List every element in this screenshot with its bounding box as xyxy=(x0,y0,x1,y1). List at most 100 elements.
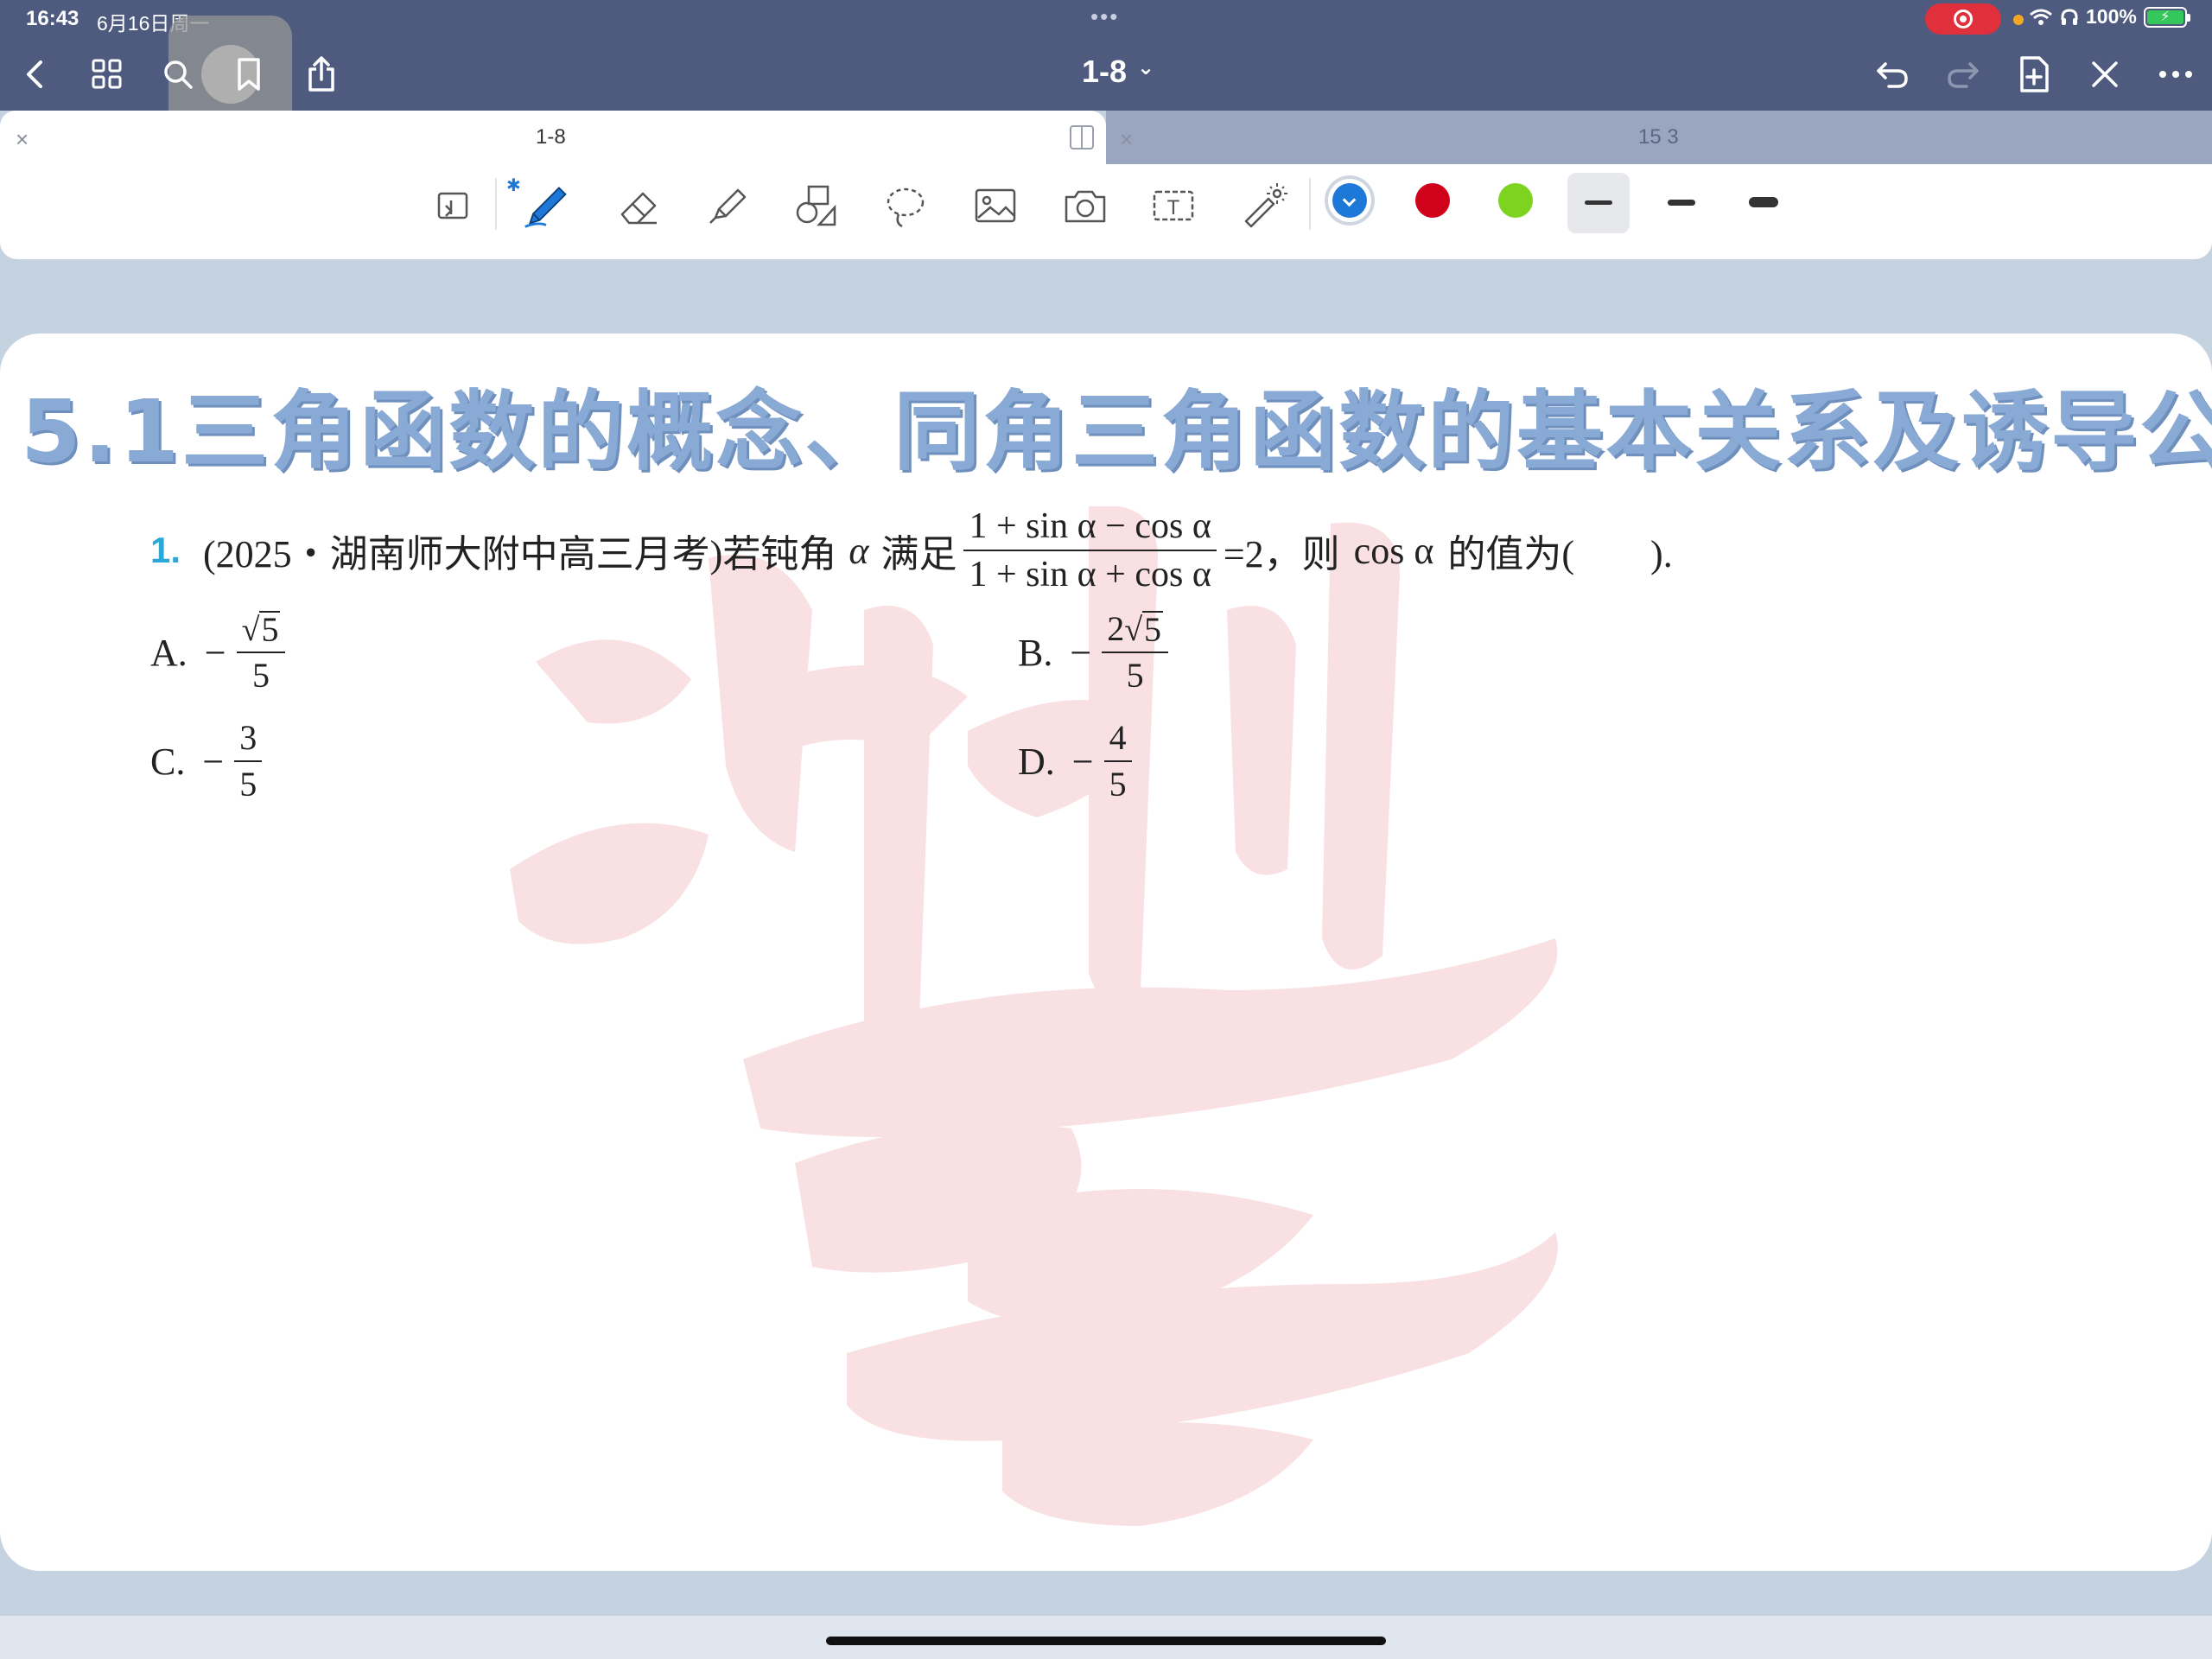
option-d[interactable]: D. − 4 5 xyxy=(1018,715,1132,807)
option-label: B. xyxy=(1018,631,1053,674)
close-editing-button[interactable] xyxy=(2081,50,2129,99)
document-title: 1-8 xyxy=(1082,54,1128,89)
shapes-tool[interactable] xyxy=(791,181,840,230)
stroke-width-medium[interactable] xyxy=(1668,200,1695,206)
question-fraction: 1 + sin α − cos α 1 + sin α + cos α xyxy=(963,503,1217,598)
lasso-tool[interactable] xyxy=(881,181,930,230)
stroke-width-thin[interactable] xyxy=(1585,200,1612,205)
eraser-icon xyxy=(620,192,657,225)
color-swatch-red[interactable] xyxy=(1415,183,1450,218)
lasso-icon xyxy=(887,188,925,228)
add-page-button[interactable] xyxy=(2010,50,2058,99)
color-swatch-green[interactable] xyxy=(1498,183,1533,218)
bluetooth-icon: ✱ xyxy=(506,176,521,195)
share-icon xyxy=(308,56,334,92)
search-button[interactable] xyxy=(154,50,202,99)
read-only-icon xyxy=(437,192,468,219)
bookmark-button[interactable] xyxy=(225,50,273,99)
option-b[interactable]: B. − 2 √ 5 5 xyxy=(1018,607,1169,698)
thumbnails-button[interactable] xyxy=(83,50,131,99)
section-heading: 5.1三角函数的概念、同角三角函数的基本关系及诱导公式 xyxy=(21,381,2212,482)
camera-icon xyxy=(1065,190,1106,223)
shapes-icon xyxy=(796,185,836,226)
tab-label: 15 3 xyxy=(1638,125,1679,149)
screen-recording-indicator[interactable] xyxy=(1925,3,2001,35)
toolbar-divider xyxy=(495,178,497,230)
option-label: A. xyxy=(150,631,188,674)
question-source: (2025・湖南师大附中高三月考)若钝角 xyxy=(203,533,837,575)
more-button[interactable] xyxy=(2152,50,2200,99)
chevron-left-icon xyxy=(27,60,42,88)
tab-close-button[interactable]: × xyxy=(1120,126,1133,153)
text-box-icon: T xyxy=(1153,190,1194,221)
highlighter-icon xyxy=(709,188,747,224)
alpha-symbol: α xyxy=(849,529,869,572)
toolbar-divider xyxy=(1309,178,1311,230)
redo-icon xyxy=(1948,62,1979,88)
sqrt: √ 5 xyxy=(241,610,281,649)
headphones-icon xyxy=(2061,8,2078,25)
option-sign: − xyxy=(204,631,226,674)
option-sign: − xyxy=(1070,631,1092,674)
text-tool[interactable]: T xyxy=(1149,181,1198,230)
close-pen-icon xyxy=(2092,61,2118,87)
split-view-icon[interactable] xyxy=(1070,125,1094,149)
status-time: 16:43 xyxy=(26,7,79,30)
undo-button[interactable] xyxy=(1868,50,1916,99)
home-indicator[interactable] xyxy=(826,1637,1386,1645)
battery-icon: ⚡ xyxy=(2143,6,2190,28)
undo-icon xyxy=(1877,62,1908,88)
option-sign: − xyxy=(1071,740,1094,783)
grid-icon xyxy=(92,59,122,89)
laser-pointer-tool[interactable] xyxy=(1239,181,1287,230)
question-number: 1. xyxy=(150,530,181,570)
add-page-icon xyxy=(2020,56,2049,92)
option-fraction: 3 5 xyxy=(234,715,263,807)
stroke-width-thick[interactable] xyxy=(1749,197,1778,207)
highlighter-tool[interactable] xyxy=(703,181,752,230)
option-a[interactable]: A. − √ 5 5 xyxy=(150,607,286,698)
fraction-numerator: 1 + sin α − cos α xyxy=(963,503,1217,551)
multitasking-dots[interactable]: ••• xyxy=(1090,3,1119,30)
question-text: =2，则 xyxy=(1223,533,1340,575)
bookmark-icon xyxy=(238,58,260,91)
read-mode-tool[interactable] xyxy=(429,181,477,230)
question-text: 满足 xyxy=(880,533,957,575)
option-fraction: 4 5 xyxy=(1103,715,1132,807)
pen-tool[interactable] xyxy=(522,181,570,230)
document-page[interactable]: 5.1三角函数的概念、同角三角函数的基本关系及诱导公式 1. (2025・湖南师… xyxy=(0,334,2212,1571)
top-bar: 16:43 6月16日周一 ••• 100% ⚡ 1-8 ⌄ xyxy=(0,0,2212,139)
question-tail: 的值为( ). xyxy=(1447,533,1673,575)
option-fraction: 2 √ 5 5 xyxy=(1102,607,1169,698)
sqrt: √ 5 xyxy=(1124,610,1164,649)
wifi-icon xyxy=(2030,9,2052,25)
tab-close-button[interactable]: × xyxy=(16,126,29,153)
record-icon xyxy=(1954,10,1973,29)
search-icon xyxy=(164,60,193,89)
option-sign: − xyxy=(202,740,225,783)
annotation-toolbar: ✱ T xyxy=(0,164,2212,244)
cos-alpha: cos α xyxy=(1353,529,1434,572)
document-title-menu[interactable]: 1-8 ⌄ xyxy=(1082,54,1154,90)
battery-percent: 100% xyxy=(2086,5,2137,28)
svg-text:T: T xyxy=(1167,196,1180,219)
color-swatch-blue[interactable] xyxy=(1332,183,1367,218)
image-icon xyxy=(975,188,1016,223)
option-c[interactable]: C. − 3 5 xyxy=(150,715,263,807)
tab-label: 1-8 xyxy=(536,125,566,149)
option-label: C. xyxy=(150,740,186,783)
redo-button[interactable] xyxy=(1939,50,1987,99)
previous-page-edge xyxy=(0,242,2212,259)
option-label: D. xyxy=(1018,740,1055,783)
question-1: 1. (2025・湖南师大附中高三月考)若钝角 α 满足 1 + sin α −… xyxy=(150,503,1673,598)
option-fraction: √ 5 5 xyxy=(236,607,286,698)
camera-tool[interactable] xyxy=(1061,181,1109,230)
back-button[interactable] xyxy=(10,50,59,99)
pen-icon xyxy=(524,187,567,228)
ellipsis-icon xyxy=(2159,71,2192,78)
share-button[interactable] xyxy=(297,50,346,99)
laser-pointer-icon xyxy=(1244,183,1287,228)
fraction-denominator: 1 + sin α + cos α xyxy=(969,555,1211,594)
eraser-tool[interactable] xyxy=(615,181,664,230)
image-tool[interactable] xyxy=(971,181,1020,230)
